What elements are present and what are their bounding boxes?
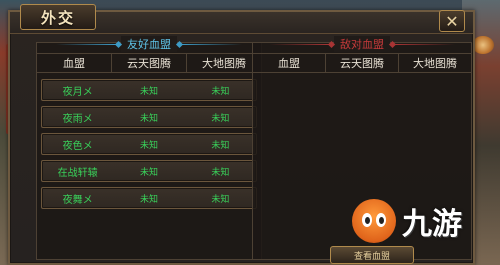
close-button[interactable]: ✕ — [439, 10, 465, 32]
friendly-section-header: 友好血盟 — [37, 36, 261, 52]
close-icon: ✕ — [445, 11, 459, 31]
view-guild-button[interactable]: 查看血盟 — [330, 246, 414, 264]
column-header-cloud-totem: 云天图腾 — [112, 54, 187, 72]
diamond-ornament-icon — [388, 40, 397, 48]
column-header-earth-totem: 大地图腾 — [413, 57, 457, 70]
column-header-earth-totem: 大地图腾 — [202, 57, 246, 70]
divider — [269, 43, 329, 45]
enemy-section-title: 敌对血盟 — [334, 36, 390, 52]
guild-row[interactable]: 夜舞メ 未知 未知 — [41, 187, 257, 209]
friendly-section-title: 友好血盟 — [121, 36, 177, 52]
column-header-guild: 血盟 — [37, 54, 112, 72]
guild-row[interactable]: 夜雨メ 未知 未知 — [41, 106, 257, 128]
cloud-totem-status: 未知 — [139, 86, 158, 97]
divider — [395, 43, 455, 45]
cloud-totem-status: 未知 — [139, 194, 158, 205]
enemy-column-headers: 血盟 云天图腾 大地图腾 — [253, 53, 471, 73]
mascot-eye — [376, 213, 386, 227]
friendly-column-headers: 血盟 云天图腾 大地图腾 — [37, 53, 261, 73]
title-plate: 外交 — [20, 4, 96, 30]
lantern-scenery — [472, 36, 494, 54]
earth-totem-status: 未知 — [211, 167, 230, 178]
guild-row[interactable]: 夜月メ 未知 未知 — [41, 79, 257, 101]
guild-name: 夜月メ — [62, 86, 93, 98]
mascot-eye — [362, 213, 372, 227]
diamond-ornament-icon — [175, 40, 184, 48]
watermark-logo: 九游 — [352, 196, 492, 246]
guild-name: 夜雨メ — [62, 113, 93, 125]
guild-row[interactable]: 在战轩辕 未知 未知 — [41, 160, 257, 182]
column-header-cloud-totem: 云天图腾 — [326, 54, 399, 72]
cloud-totem-status: 未知 — [139, 140, 158, 151]
guild-name: 夜舞メ — [62, 194, 93, 206]
earth-totem-status: 未知 — [211, 86, 230, 97]
cloud-totem-status: 未知 — [139, 113, 158, 124]
guild-name: 在战轩辕 — [57, 167, 98, 179]
cloud-totem-status: 未知 — [139, 167, 158, 178]
title-bar: 外交 ✕ — [10, 4, 473, 34]
earth-totem-status: 未知 — [211, 140, 230, 151]
guild-name: 夜色メ — [62, 140, 93, 152]
divider — [182, 43, 242, 45]
guild-row[interactable]: 夜色メ 未知 未知 — [41, 133, 257, 155]
earth-totem-status: 未知 — [211, 113, 230, 124]
window-title: 外交 — [40, 8, 75, 27]
divider — [56, 43, 116, 45]
mascot-icon — [352, 199, 396, 243]
friendly-guilds-panel: 友好血盟 血盟 云天图腾 大地图腾 夜月メ 未知 未知 夜雨メ 未知 未知 夜色… — [36, 36, 262, 260]
watermark-text: 九游 — [402, 207, 462, 242]
earth-totem-status: 未知 — [211, 194, 230, 205]
friendly-guild-list: 夜月メ 未知 未知 夜雨メ 未知 未知 夜色メ 未知 未知 在战轩辕 未知 未知… — [41, 79, 257, 214]
enemy-section-header: 敌对血盟 — [253, 36, 471, 52]
column-header-guild: 血盟 — [253, 54, 326, 72]
